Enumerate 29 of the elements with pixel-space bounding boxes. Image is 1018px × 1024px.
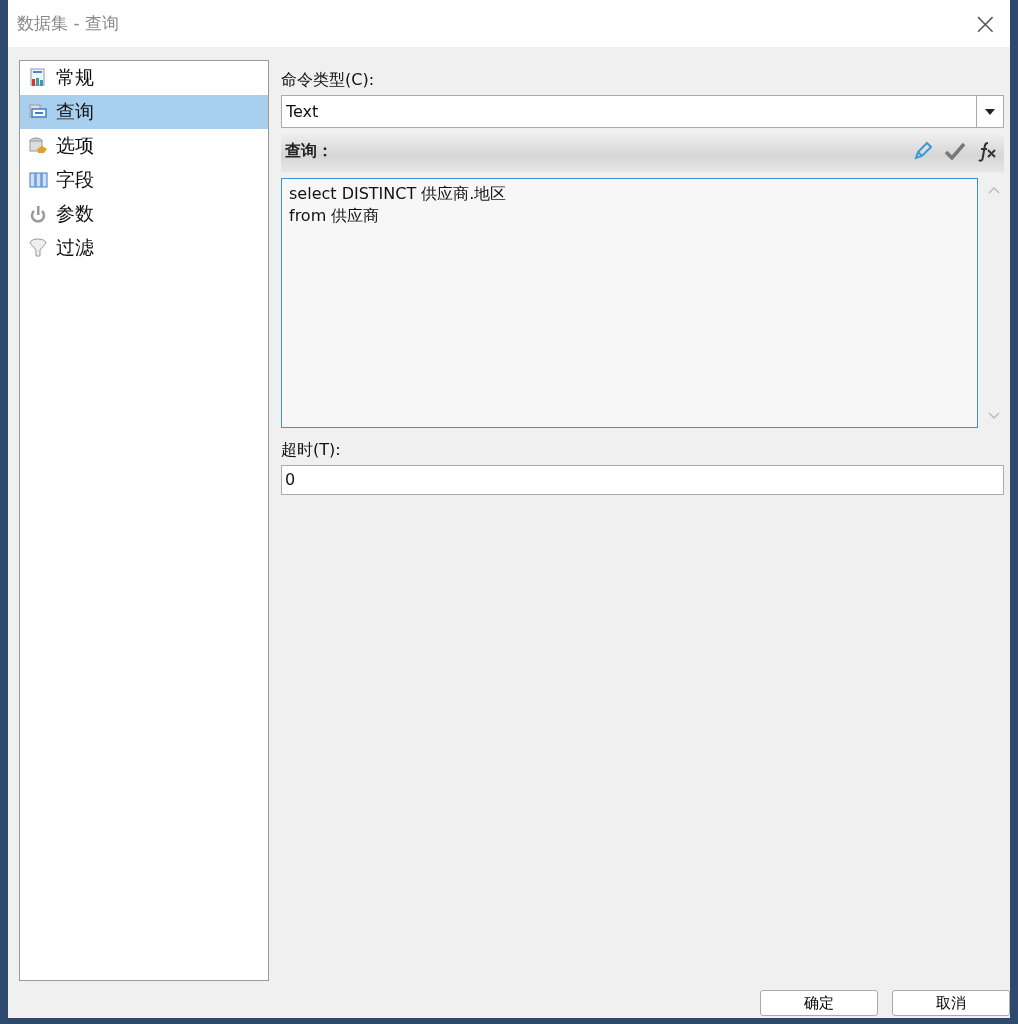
database-tools-icon	[28, 136, 48, 156]
funnel-icon	[28, 238, 48, 258]
field-label: 超时(T):	[281, 440, 341, 461]
query-line: from 供应商	[289, 205, 381, 227]
function-icon[interactable]	[976, 140, 998, 162]
timeout-input[interactable]: 0	[281, 465, 1004, 495]
report-icon	[28, 68, 48, 88]
query-label: 查询：	[285, 140, 333, 162]
sidebar-item[interactable]: 选项	[20, 129, 268, 163]
sidebar-item[interactable]: 字段	[20, 163, 268, 197]
window-title: 数据集 - 查询	[17, 12, 119, 35]
sidebar-item[interactable]: 过滤	[20, 231, 268, 265]
field-label: 命令类型(C):	[281, 70, 375, 91]
power-icon	[28, 204, 48, 224]
cancel-button[interactable]: 取消	[892, 990, 1010, 1016]
query-line: select DISTINCT 供应商.地区	[289, 183, 508, 205]
close-button[interactable]: ×	[972, 8, 998, 39]
pencil-icon[interactable]	[912, 140, 934, 162]
columns-icon	[28, 170, 48, 190]
scroll-up-icon[interactable]	[988, 186, 1000, 194]
sidebar-item[interactable]: 参数	[20, 197, 268, 231]
sidebar-item[interactable]: 常规	[20, 61, 268, 95]
command-type-dropdown[interactable]: Text	[281, 95, 1004, 128]
checkmark-icon[interactable]	[944, 140, 966, 162]
scroll-down-icon[interactable]	[988, 412, 1000, 420]
caret-icon	[985, 108, 995, 115]
ok-button[interactable]: 确定	[760, 990, 878, 1016]
sidebar-item[interactable]: 查询	[20, 95, 268, 129]
query-text-area[interactable]: select DISTINCT 供应商.地区 from 供应商	[281, 178, 978, 428]
